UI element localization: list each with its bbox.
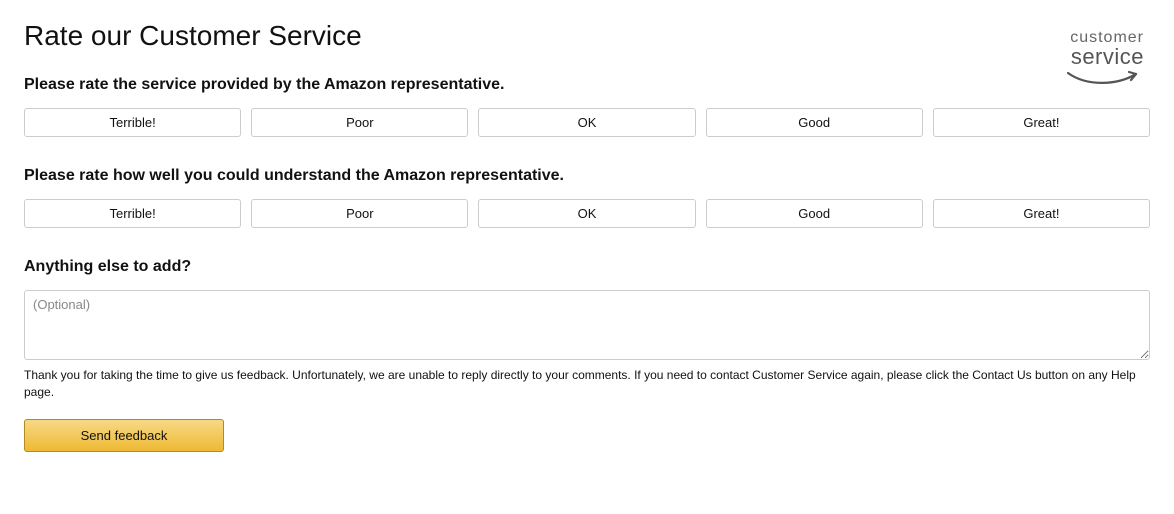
rating-good-button[interactable]: Good [706,199,923,228]
question-comments: Anything else to add? [24,258,1150,276]
rating-good-button[interactable]: Good [706,108,923,137]
rating-poor-button[interactable]: Poor [251,108,468,137]
rating-terrible-button[interactable]: Terrible! [24,108,241,137]
rating-ok-button[interactable]: OK [478,199,695,228]
rating-terrible-button[interactable]: Terrible! [24,199,241,228]
question-service-rating: Please rate the service provided by the … [24,76,1066,94]
comments-textarea[interactable] [24,290,1150,360]
page-title: Rate our Customer Service [24,20,1066,52]
understanding-rating-options: Terrible! Poor OK Good Great! [24,199,1150,228]
rating-ok-button[interactable]: OK [478,108,695,137]
customer-service-logo: customer service [1066,20,1150,92]
service-rating-options: Terrible! Poor OK Good Great! [24,108,1150,137]
question-understanding-rating: Please rate how well you could understan… [24,167,1150,185]
rating-great-button[interactable]: Great! [933,108,1150,137]
logo-text-2: service [1066,46,1144,68]
smile-swoosh-icon [1066,70,1144,88]
disclaimer-text: Thank you for taking the time to give us… [24,367,1150,401]
rating-poor-button[interactable]: Poor [251,199,468,228]
rating-great-button[interactable]: Great! [933,199,1150,228]
send-feedback-button[interactable]: Send feedback [24,419,224,452]
